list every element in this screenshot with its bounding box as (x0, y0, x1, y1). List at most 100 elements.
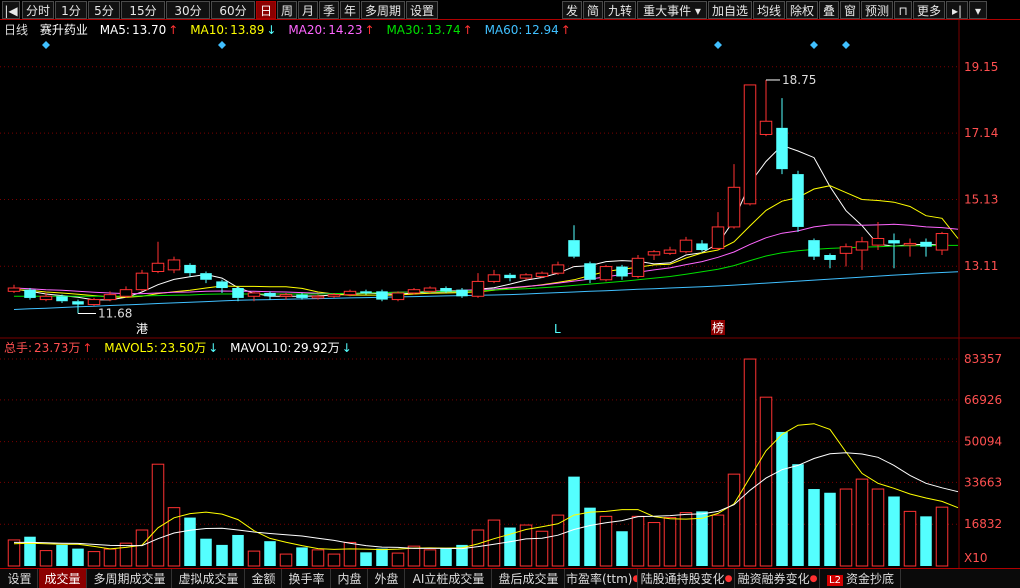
period-tab-5[interactable]: 60分 (211, 1, 255, 19)
indicator-tab-label: 成交量 (44, 572, 81, 586)
tool-button-8[interactable]: 窗 (840, 1, 860, 19)
candle (24, 288, 36, 300)
volume-bar (440, 548, 452, 566)
volume-bar (200, 538, 212, 566)
event-diamond-icon[interactable] (218, 41, 226, 49)
volume-bar (264, 541, 276, 566)
new-dot-icon: ● (724, 574, 733, 584)
candle-body (72, 301, 84, 305)
candle-body (407, 289, 421, 294)
volume-bar (184, 517, 196, 566)
indicator-tab-5[interactable]: 换手率 (283, 569, 331, 588)
volume-bar (711, 514, 725, 567)
candle (519, 273, 533, 280)
candle (391, 291, 405, 302)
marker-bang[interactable]: 榜 (712, 320, 724, 335)
candle-body (216, 281, 228, 289)
indicator-tab-2[interactable]: 多周期成交量 (88, 569, 172, 588)
candle-body (440, 288, 452, 292)
period-tab-3[interactable]: 15分 (121, 1, 165, 19)
candle-body (679, 239, 693, 253)
volume-bar (87, 551, 101, 567)
indicator-tab-13[interactable]: L2 资金抄底 (821, 569, 901, 588)
candle (743, 84, 757, 206)
candle-body (471, 280, 485, 297)
period-tab-10[interactable]: 年 (340, 1, 360, 19)
indicator-tab-label: 金额 (251, 572, 276, 586)
tool-button-0[interactable]: 发 (562, 1, 582, 19)
volume-bar (360, 552, 372, 566)
candle (264, 291, 276, 300)
candle (616, 264, 628, 280)
marker-L[interactable]: L (554, 322, 561, 336)
event-diamond-icon[interactable] (842, 41, 850, 49)
tool-button-5[interactable]: 均线 (753, 1, 785, 19)
event-diamond-icon[interactable] (810, 41, 818, 49)
tool-button-6[interactable]: 除权 (786, 1, 818, 19)
period-tab-4[interactable]: 30分 (166, 1, 210, 19)
candle (184, 263, 196, 277)
indicator-tab-label: 融资融券变化 (737, 572, 810, 586)
next-stock-button[interactable]: ▸| (946, 1, 968, 19)
event-diamond-icon[interactable] (714, 41, 722, 49)
candle (167, 256, 181, 274)
event-diamond-icon[interactable] (42, 41, 50, 49)
volume-bar (311, 549, 325, 567)
candle (711, 212, 725, 251)
tool-button-7[interactable]: 叠 (819, 1, 839, 19)
indicator-tab-7[interactable]: 外盘 (369, 569, 405, 588)
indicator-tab-label: 市盈率(ttm) (566, 572, 633, 586)
period-tab-9[interactable]: 季 (319, 1, 339, 19)
main-header: 日线 赛升药业 MA5: 13.70 ↑ MA10: 13.89 ↓ MA20: 14.2… (4, 22, 571, 37)
candle-body (519, 274, 533, 279)
candle (151, 241, 165, 274)
indicator-tab-label: 虚拟成交量 (178, 572, 239, 586)
candle-body (327, 294, 341, 297)
indicator-tab-0[interactable]: 设置 (2, 569, 38, 588)
indicator-tab-4[interactable]: 金额 (246, 569, 282, 588)
volume-bar (888, 496, 900, 566)
total-volume-arrow: ↑ (82, 341, 92, 355)
period-tab-0[interactable]: 分时 (22, 1, 54, 19)
candle (855, 236, 869, 270)
tool-button-4[interactable]: 加自选 (708, 1, 752, 19)
ma60-label: MA60: (485, 23, 523, 37)
indicator-tab-label: 陆股通持股变化 (640, 572, 725, 586)
indicator-tab-3[interactable]: 虚拟成交量 (173, 569, 245, 588)
tool-button-10[interactable]: 更多 (913, 1, 945, 19)
tool-button-2[interactable]: 九转 (604, 1, 636, 19)
period-tab-1[interactable]: 1分 (55, 1, 87, 19)
indicator-tab-11[interactable]: 陆股通持股变化● (639, 569, 735, 588)
lock-icon[interactable]: ⊓ (894, 1, 912, 19)
indicator-tab-10[interactable]: 市盈率(ttm)● (566, 569, 638, 588)
candle (903, 238, 917, 257)
candle-body (888, 240, 900, 244)
indicator-tab-1[interactable]: 成交量 (39, 569, 87, 588)
indicator-tab-8[interactable]: AI立桩成交量 (406, 569, 492, 588)
period-tab-7[interactable]: 周 (277, 1, 297, 19)
ma10-value: 13.89 (230, 23, 264, 37)
candle-body (711, 226, 725, 249)
period-tab-12[interactable]: 设置 (406, 1, 438, 19)
marker-gang[interactable]: 港 (136, 322, 148, 336)
candle (824, 253, 836, 269)
tool-button-1[interactable]: 简 (583, 1, 603, 19)
candle-body (935, 233, 949, 251)
indicator-tab-6[interactable]: 内盘 (332, 569, 368, 588)
tool-button-3[interactable]: 重大事件 ▾ (637, 1, 707, 19)
indicator-tab-label: 外盘 (374, 572, 399, 586)
more-dropdown-icon[interactable]: ▾ (969, 1, 987, 19)
indicator-tabs: 设置 成交量 多周期成交量 虚拟成交量 金额 换手率 内盘 外盘 AI立桩成交量 盘后成交量 市盈率… (0, 568, 1020, 588)
tool-button-9[interactable]: 预测 (861, 1, 893, 19)
volume-bar (776, 431, 788, 566)
indicator-tab-12[interactable]: 融资融券变化● (736, 569, 820, 588)
period-tab-2[interactable]: 5分 (88, 1, 120, 19)
candle (551, 261, 565, 275)
period-tab-11[interactable]: 多周期 (361, 1, 405, 19)
period-tab-6[interactable]: 日 (256, 1, 276, 19)
candle (631, 255, 645, 279)
prev-stock-button[interactable]: |◀ (2, 1, 20, 19)
indicator-tab-9[interactable]: 盘后成交量 (493, 569, 565, 588)
period-tab-8[interactable]: 月 (298, 1, 318, 19)
candle-body (839, 246, 853, 254)
